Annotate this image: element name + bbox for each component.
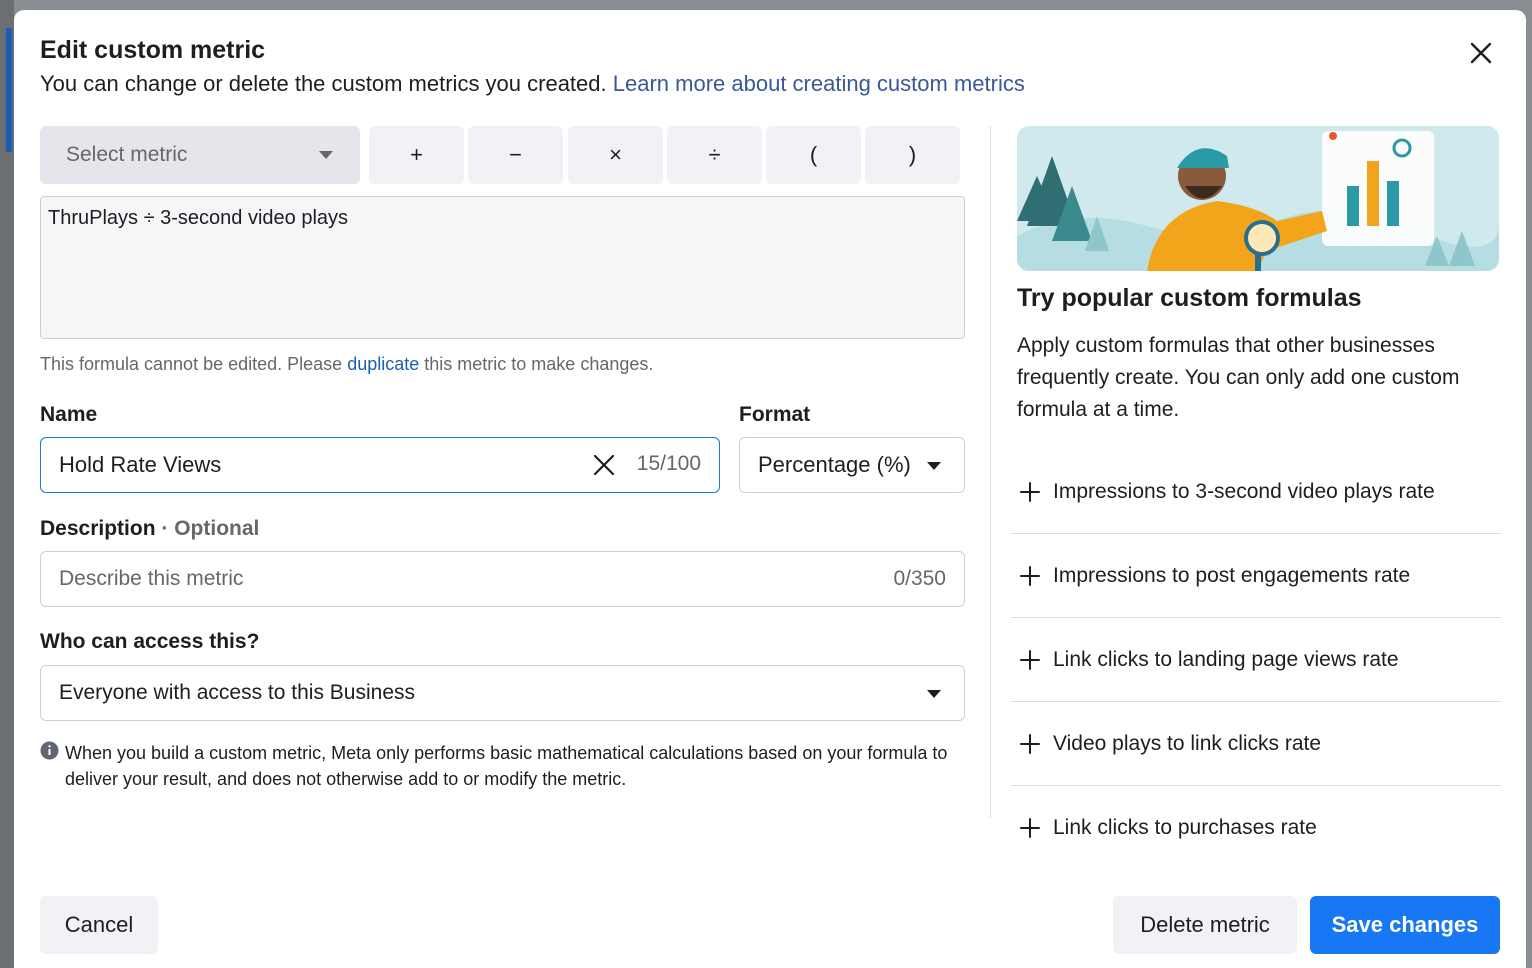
background-accent xyxy=(6,28,12,152)
info-icon xyxy=(40,741,59,760)
popular-formulas-description: Apply custom formulas that other busines… xyxy=(1017,334,1460,421)
popular-formulas-illustration xyxy=(1017,126,1499,271)
name-value: Hold Rate Views xyxy=(59,452,222,477)
formula-locked-note: This formula cannot be edited. Please du… xyxy=(40,354,653,375)
operator-multiply-button[interactable]: × xyxy=(568,126,663,184)
close-button[interactable] xyxy=(1464,36,1498,70)
popular-formula-label: Impressions to 3-second video plays rate xyxy=(1053,479,1435,503)
cancel-button[interactable]: Cancel xyxy=(40,896,158,954)
description-label-text: Description xyxy=(40,517,156,540)
close-icon xyxy=(1470,42,1492,64)
description-char-counter: 0/350 xyxy=(893,567,946,590)
popular-formula-label: Link clicks to purchases rate xyxy=(1053,816,1317,839)
edit-custom-metric-dialog: Edit custom metric You can change or del… xyxy=(14,10,1526,968)
operator-minus-button[interactable]: − xyxy=(468,126,563,184)
name-char-counter: 15/100 xyxy=(636,452,701,475)
description-field[interactable]: Describe this metric 0/350 xyxy=(40,551,965,607)
popular-formula-label: Impressions to post engagements rate xyxy=(1053,563,1411,587)
operator-open-paren-button[interactable]: ( xyxy=(766,126,861,184)
select-metric-dropdown[interactable]: Select metric xyxy=(40,126,360,184)
description-placeholder: Describe this metric xyxy=(59,567,244,590)
name-label: Name xyxy=(40,403,98,426)
operator-divide-button[interactable]: ÷ xyxy=(667,126,762,184)
format-value: Percentage (%) xyxy=(758,452,911,477)
operator-plus-button[interactable]: + xyxy=(369,126,464,184)
description-label: Description · Optional xyxy=(40,517,259,541)
info-note: When you build a custom metric, Meta onl… xyxy=(40,740,960,792)
column-divider xyxy=(990,126,991,818)
select-metric-placeholder: Select metric xyxy=(66,143,188,166)
plus-icon xyxy=(1019,733,1041,755)
plus-icon xyxy=(1019,481,1041,503)
clear-icon[interactable] xyxy=(593,454,615,476)
access-value: Everyone with access to this Business xyxy=(59,681,415,704)
chevron-down-icon xyxy=(927,690,941,698)
popular-formula-item[interactable]: Impressions to post engagements rate xyxy=(1011,534,1501,618)
popular-formula-item[interactable]: Link clicks to purchases rate xyxy=(1011,786,1501,870)
chevron-down-icon xyxy=(319,151,333,159)
formula-note-before: This formula cannot be edited. Please xyxy=(40,354,343,374)
dialog-subtitle: You can change or delete the custom metr… xyxy=(40,71,1025,97)
plus-icon xyxy=(1019,565,1041,587)
popular-formula-label: Link clicks to landing page views rate xyxy=(1053,647,1399,671)
formula-text: ThruPlays ÷ 3-second video plays xyxy=(48,207,349,229)
dialog-title: Edit custom metric xyxy=(40,36,266,64)
chevron-down-icon xyxy=(927,462,941,470)
save-changes-button[interactable]: Save changes xyxy=(1310,896,1500,954)
popular-formula-item[interactable]: Video plays to link clicks rate xyxy=(1011,702,1501,786)
duplicate-link[interactable]: duplicate xyxy=(347,354,419,374)
dialog-subtitle-text: You can change or delete the custom metr… xyxy=(40,71,607,96)
background-page xyxy=(0,0,14,968)
learn-more-link[interactable]: Learn more about creating custom metrics xyxy=(613,71,1025,96)
access-dropdown[interactable]: Everyone with access to this Business xyxy=(40,665,965,721)
delete-metric-button[interactable]: Delete metric xyxy=(1113,896,1297,954)
popular-formula-item[interactable]: Impressions to 3-second video plays rate xyxy=(1011,450,1501,534)
access-label: Who can access this? xyxy=(40,630,260,653)
popular-formulas-title: Try popular custom formulas xyxy=(1017,284,1362,312)
optional-tag: · Optional xyxy=(161,517,260,540)
name-field[interactable]: Hold Rate Views 15/100 xyxy=(40,437,720,493)
popular-formula-item[interactable]: Link clicks to landing page views rate xyxy=(1011,618,1501,702)
popular-formula-label: Video plays to link clicks rate xyxy=(1053,731,1322,755)
plus-icon xyxy=(1019,817,1041,839)
formula-text-area: ThruPlays ÷ 3-second video plays xyxy=(40,196,965,339)
operator-close-paren-button[interactable]: ) xyxy=(865,126,960,184)
info-note-text: When you build a custom metric, Meta onl… xyxy=(65,743,948,789)
plus-icon xyxy=(1019,649,1041,671)
format-label: Format xyxy=(739,403,811,426)
formula-note-after: this metric to make changes. xyxy=(424,354,654,374)
format-dropdown[interactable]: Percentage (%) xyxy=(739,437,965,493)
